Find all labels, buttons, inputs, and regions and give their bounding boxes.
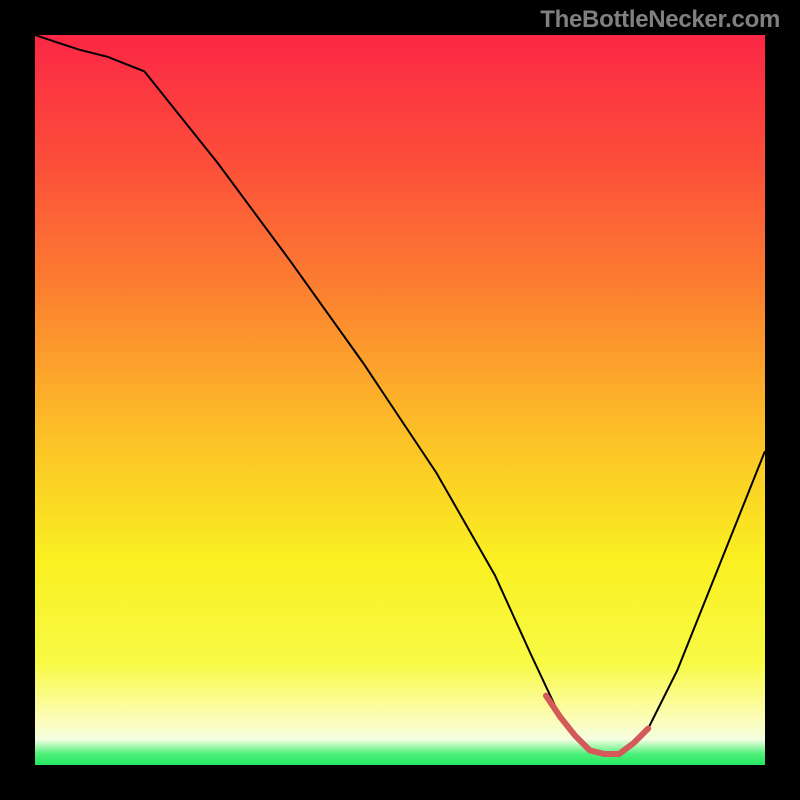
chart-plot-area [35, 35, 765, 765]
chart-container: TheBottleNecker.com [0, 0, 800, 800]
chart-svg [35, 35, 765, 765]
watermark-text: TheBottleNecker.com [540, 6, 780, 34]
gradient-background [35, 35, 765, 765]
